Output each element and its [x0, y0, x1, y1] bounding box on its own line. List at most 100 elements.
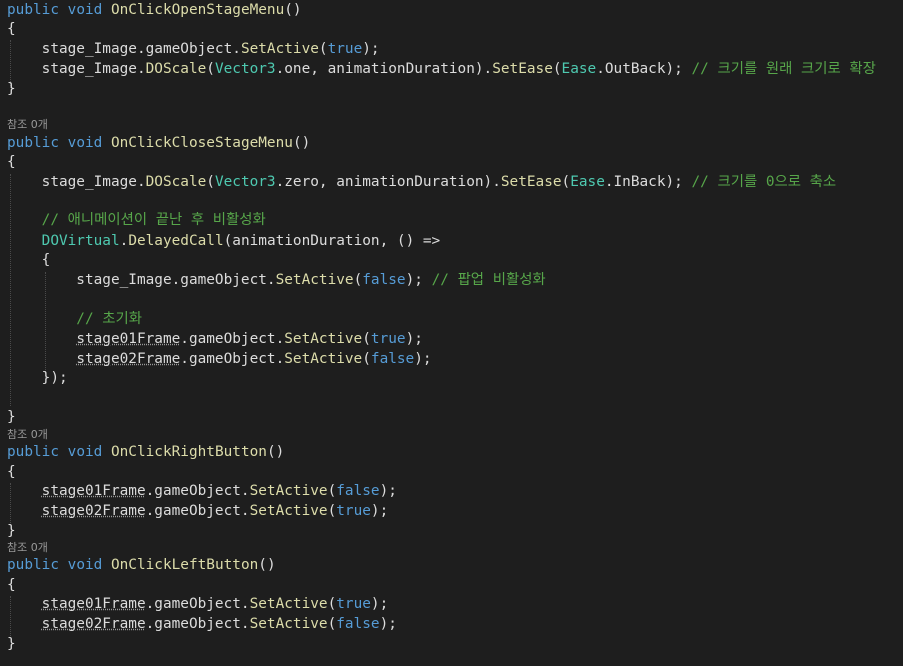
- code-token: Vector3: [214, 174, 276, 190]
- code-line[interactable]: public void OnClickRightButton(): [7, 442, 284, 462]
- code-token: .InBack);: [604, 174, 692, 190]
- code-token: false: [336, 483, 380, 499]
- code-line[interactable]: stage01Frame.gameObject.SetActive(false)…: [7, 481, 397, 501]
- code-token: SetActive: [284, 351, 363, 367]
- code-token: OnClickLeftButton: [110, 557, 259, 573]
- code-line[interactable]: stage01Frame.gameObject.SetActive(true);: [7, 594, 389, 614]
- code-token: OnClickOpenStageMenu: [110, 2, 285, 18]
- code-token: stage02Frame: [76, 351, 181, 367]
- code-token: Ease: [570, 174, 605, 190]
- code-token: SetEase: [492, 61, 553, 77]
- code-token: true: [336, 503, 371, 519]
- code-token: (: [327, 616, 337, 632]
- code-token: DelayedCall: [128, 233, 224, 249]
- code-line[interactable]: public void OnClickLeftButton(): [7, 555, 276, 575]
- code-token: (): [284, 2, 302, 18]
- code-token: Vector3: [214, 61, 276, 77]
- code-token: (: [327, 596, 337, 612]
- code-token: SetActive: [240, 41, 319, 57]
- code-line[interactable]: }: [7, 407, 16, 427]
- code-line[interactable]: }: [7, 521, 16, 541]
- code-token: void: [67, 2, 103, 18]
- code-line[interactable]: public void OnClickCloseStageMenu(): [7, 133, 310, 153]
- code-editor[interactable]: 참조 0개 참조 0개 참조 0개 public void OnClickOpenS…: [0, 0, 903, 666]
- code-line[interactable]: stage_Image.gameObject.SetActive(true);: [7, 39, 380, 59]
- reference-count-codelens[interactable]: 참조 0개: [7, 541, 48, 555]
- code-token: stage02Frame: [41, 503, 146, 519]
- code-line[interactable]: stage02Frame.gameObject.SetActive(false)…: [7, 349, 432, 369]
- code-line[interactable]: stage_Image.DOScale(Vector3.zero, animat…: [7, 172, 837, 192]
- code-token: // 크기를 0으로 축소: [691, 174, 837, 190]
- code-token: stage_Image.: [7, 174, 146, 190]
- code-token: (animationDuration, () =>: [223, 233, 441, 249]
- code-line[interactable]: {: [7, 575, 16, 595]
- code-token: (: [327, 503, 337, 519]
- code-line[interactable]: DOVirtual.DelayedCall(animationDuration,…: [7, 231, 441, 251]
- code-token: true: [336, 596, 371, 612]
- code-line[interactable]: stage01Frame.gameObject.SetActive(true);: [7, 329, 423, 349]
- reference-count-codelens[interactable]: 참조 0개: [7, 428, 48, 442]
- code-line[interactable]: });: [7, 368, 68, 388]
- code-line[interactable]: }: [7, 634, 16, 654]
- code-token: .gameObject.: [180, 351, 285, 367]
- code-token: stage01Frame: [41, 483, 146, 499]
- code-token: .gameObject.: [145, 616, 250, 632]
- code-token: }: [7, 523, 16, 539]
- code-line[interactable]: {: [7, 462, 16, 482]
- code-token: );: [405, 272, 432, 288]
- code-line[interactable]: {: [7, 19, 16, 39]
- reference-count-codelens[interactable]: 참조 0개: [7, 118, 48, 132]
- code-token: DOScale: [145, 174, 207, 190]
- code-token: .gameObject.: [145, 503, 250, 519]
- code-token: true: [370, 331, 406, 347]
- code-token: (: [362, 351, 371, 367]
- code-token: .zero, animationDuration).: [275, 174, 501, 190]
- code-token: SetActive: [275, 272, 354, 288]
- code-line[interactable]: }: [7, 79, 16, 99]
- code-token: stage01Frame: [76, 331, 181, 347]
- code-token: public: [7, 444, 59, 460]
- code-line[interactable]: // 초기화: [7, 309, 142, 329]
- code-token: DOVirtual: [41, 233, 120, 249]
- code-token: .OutBack);: [596, 61, 692, 77]
- code-token: // 애니메이션이 끝난 후 비활성화: [7, 212, 266, 228]
- code-token: // 크기를 원래 크기로 확장: [691, 61, 876, 77]
- code-line[interactable]: {: [7, 152, 16, 172]
- code-token: SetActive: [249, 596, 328, 612]
- code-token: false: [336, 616, 380, 632]
- code-line[interactable]: public void OnClickOpenStageMenu(): [7, 0, 302, 20]
- code-token: {: [7, 252, 51, 268]
- code-line[interactable]: {: [7, 250, 51, 270]
- code-token: (: [206, 61, 215, 77]
- code-line[interactable]: stage02Frame.gameObject.SetActive(false)…: [7, 614, 397, 634]
- code-token: SetActive: [249, 503, 328, 519]
- code-line[interactable]: // 애니메이션이 끝난 후 비활성화: [7, 210, 266, 230]
- code-token: public: [7, 557, 59, 573]
- code-token: false: [370, 351, 415, 367]
- code-token: false: [362, 272, 406, 288]
- code-line[interactable]: stage_Image.DOScale(Vector3.one, animati…: [7, 59, 876, 79]
- code-token: );: [370, 503, 389, 519]
- code-token: SetActive: [249, 483, 328, 499]
- code-token: SetEase: [500, 174, 562, 190]
- code-line[interactable]: stage_Image.gameObject.SetActive(false);…: [7, 270, 546, 290]
- code-token: );: [414, 351, 432, 367]
- code-line[interactable]: stage02Frame.gameObject.SetActive(true);: [7, 501, 389, 521]
- code-token: Ease: [561, 61, 597, 77]
- code-token: }: [7, 636, 16, 652]
- code-token: // 팝업 비활성화: [431, 272, 546, 288]
- code-token: );: [370, 596, 389, 612]
- code-token: }: [7, 409, 16, 425]
